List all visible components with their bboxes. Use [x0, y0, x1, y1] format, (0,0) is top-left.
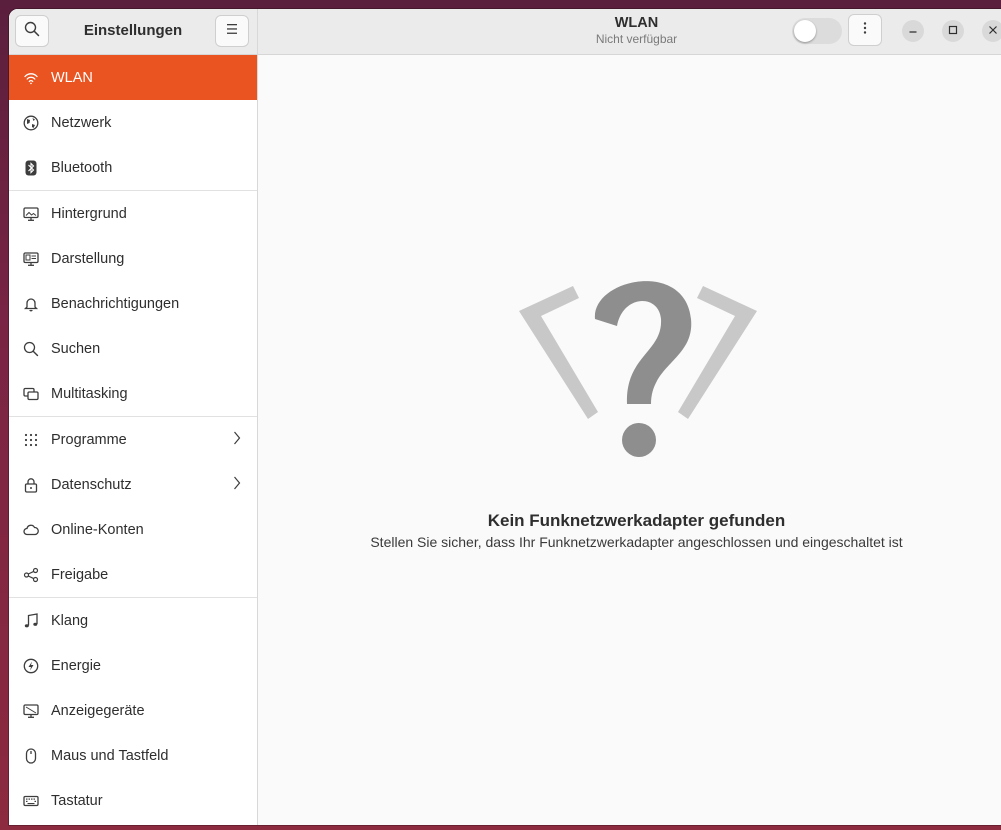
sidebar-item-label: Multitasking [51, 385, 128, 402]
multitasking-icon [23, 386, 39, 402]
empty-state-description: Stellen Sie sicher, dass Ihr Funknetzwer… [370, 534, 903, 550]
maximize-icon [948, 22, 958, 40]
sidebar-item-netzwerk[interactable]: Netzwerk [9, 100, 257, 145]
sidebar-item-label: WLAN [51, 69, 93, 86]
sidebar-item-programme[interactable]: Programme [9, 417, 257, 462]
vertical-dots-icon [863, 21, 867, 40]
main-panel: WLAN Nicht verfügbar Kein Funknetzwerkad… [258, 9, 1001, 825]
chevron-right-icon [233, 431, 241, 449]
sidebar-item-label: Suchen [51, 340, 101, 357]
mouse-icon [23, 747, 39, 764]
music-note-icon [23, 612, 39, 629]
sidebar-item-anzeigegeraete[interactable]: Anzeigegeräte [9, 688, 257, 733]
minimize-icon [908, 22, 918, 40]
sidebar-item-label: Klang [51, 612, 89, 629]
sidebar-item-benachrichtigungen[interactable]: Benachrichtigungen [9, 281, 257, 326]
apps-grid-icon [23, 432, 39, 448]
sidebar-item-label: Datenschutz [51, 476, 132, 493]
sidebar-item-freigabe[interactable]: Freigabe [9, 552, 257, 597]
desktop-background-icon [23, 206, 39, 222]
display-icon [23, 703, 39, 719]
close-button[interactable] [982, 20, 1001, 42]
more-options-button[interactable] [848, 14, 882, 46]
lock-icon [23, 477, 39, 493]
sidebar-item-label: Benachrichtigungen [51, 295, 180, 312]
sidebar-item-label: Tastatur [51, 792, 103, 809]
empty-state-title: Kein Funknetzwerkadapter gefunden [487, 511, 786, 530]
header-bar: WLAN Nicht verfügbar [258, 9, 1001, 55]
sidebar-item-datenschutz[interactable]: Datenschutz [9, 462, 257, 507]
sidebar-item-label: Programme [51, 431, 127, 448]
sidebar-header: Einstellungen [9, 9, 257, 55]
search-icon [23, 341, 39, 357]
close-icon [988, 22, 998, 40]
keyboard-icon [23, 793, 39, 809]
page-title: WLAN [614, 15, 659, 31]
sidebar-item-online-konten[interactable]: Online-Konten [9, 507, 257, 552]
settings-window: Einstellungen WLAN Netzwerk Bluetooth Hi… [9, 9, 1001, 825]
sidebar-item-label: Darstellung [51, 250, 125, 267]
hamburger-menu-icon [225, 22, 239, 40]
sidebar: Einstellungen WLAN Netzwerk Bluetooth Hi… [9, 9, 258, 825]
minimize-button[interactable] [902, 20, 924, 42]
sidebar-item-label: Bluetooth [51, 159, 113, 176]
sidebar-item-bluetooth[interactable]: Bluetooth [9, 145, 257, 190]
sidebar-item-label: Hintergrund [51, 205, 127, 222]
sidebar-item-label: Energie [51, 657, 101, 674]
power-icon [23, 658, 39, 674]
chevron-right-icon [233, 476, 241, 494]
sidebar-item-label: Freigabe [51, 566, 109, 583]
sidebar-item-label: Online-Konten [51, 521, 144, 538]
sidebar-item-darstellung[interactable]: Darstellung [9, 236, 257, 281]
cloud-icon [23, 522, 39, 538]
globe-icon [23, 115, 39, 131]
wlan-toggle-switch[interactable] [792, 18, 842, 44]
wifi-icon [23, 70, 39, 86]
sidebar-item-label: Anzeigegeräte [51, 702, 145, 719]
sidebar-item-suchen[interactable]: Suchen [9, 326, 257, 371]
bell-icon [23, 296, 39, 312]
bluetooth-icon [23, 160, 39, 176]
sidebar-item-wlan[interactable]: WLAN [9, 55, 257, 100]
sidebar-item-multitasking[interactable]: Multitasking [9, 371, 257, 416]
page-subtitle: Nicht verfügbar [595, 32, 678, 46]
toggle-knob [794, 20, 816, 42]
main-menu-button[interactable] [215, 15, 249, 47]
sidebar-item-label: Maus und Tastfeld [51, 747, 169, 764]
sidebar-item-maus-und-tastfeld[interactable]: Maus und Tastfeld [9, 733, 257, 778]
sidebar-item-energie[interactable]: Energie [9, 643, 257, 688]
sidebar-item-klang[interactable]: Klang [9, 598, 257, 643]
sidebar-item-hintergrund[interactable]: Hintergrund [9, 191, 257, 236]
no-wifi-adapter-icon [513, 264, 763, 469]
maximize-button[interactable] [942, 20, 964, 42]
appearance-icon [23, 251, 39, 267]
sidebar-item-label: Netzwerk [51, 114, 112, 131]
share-icon [23, 567, 39, 583]
sidebar-item-tastatur[interactable]: Tastatur [9, 778, 257, 823]
